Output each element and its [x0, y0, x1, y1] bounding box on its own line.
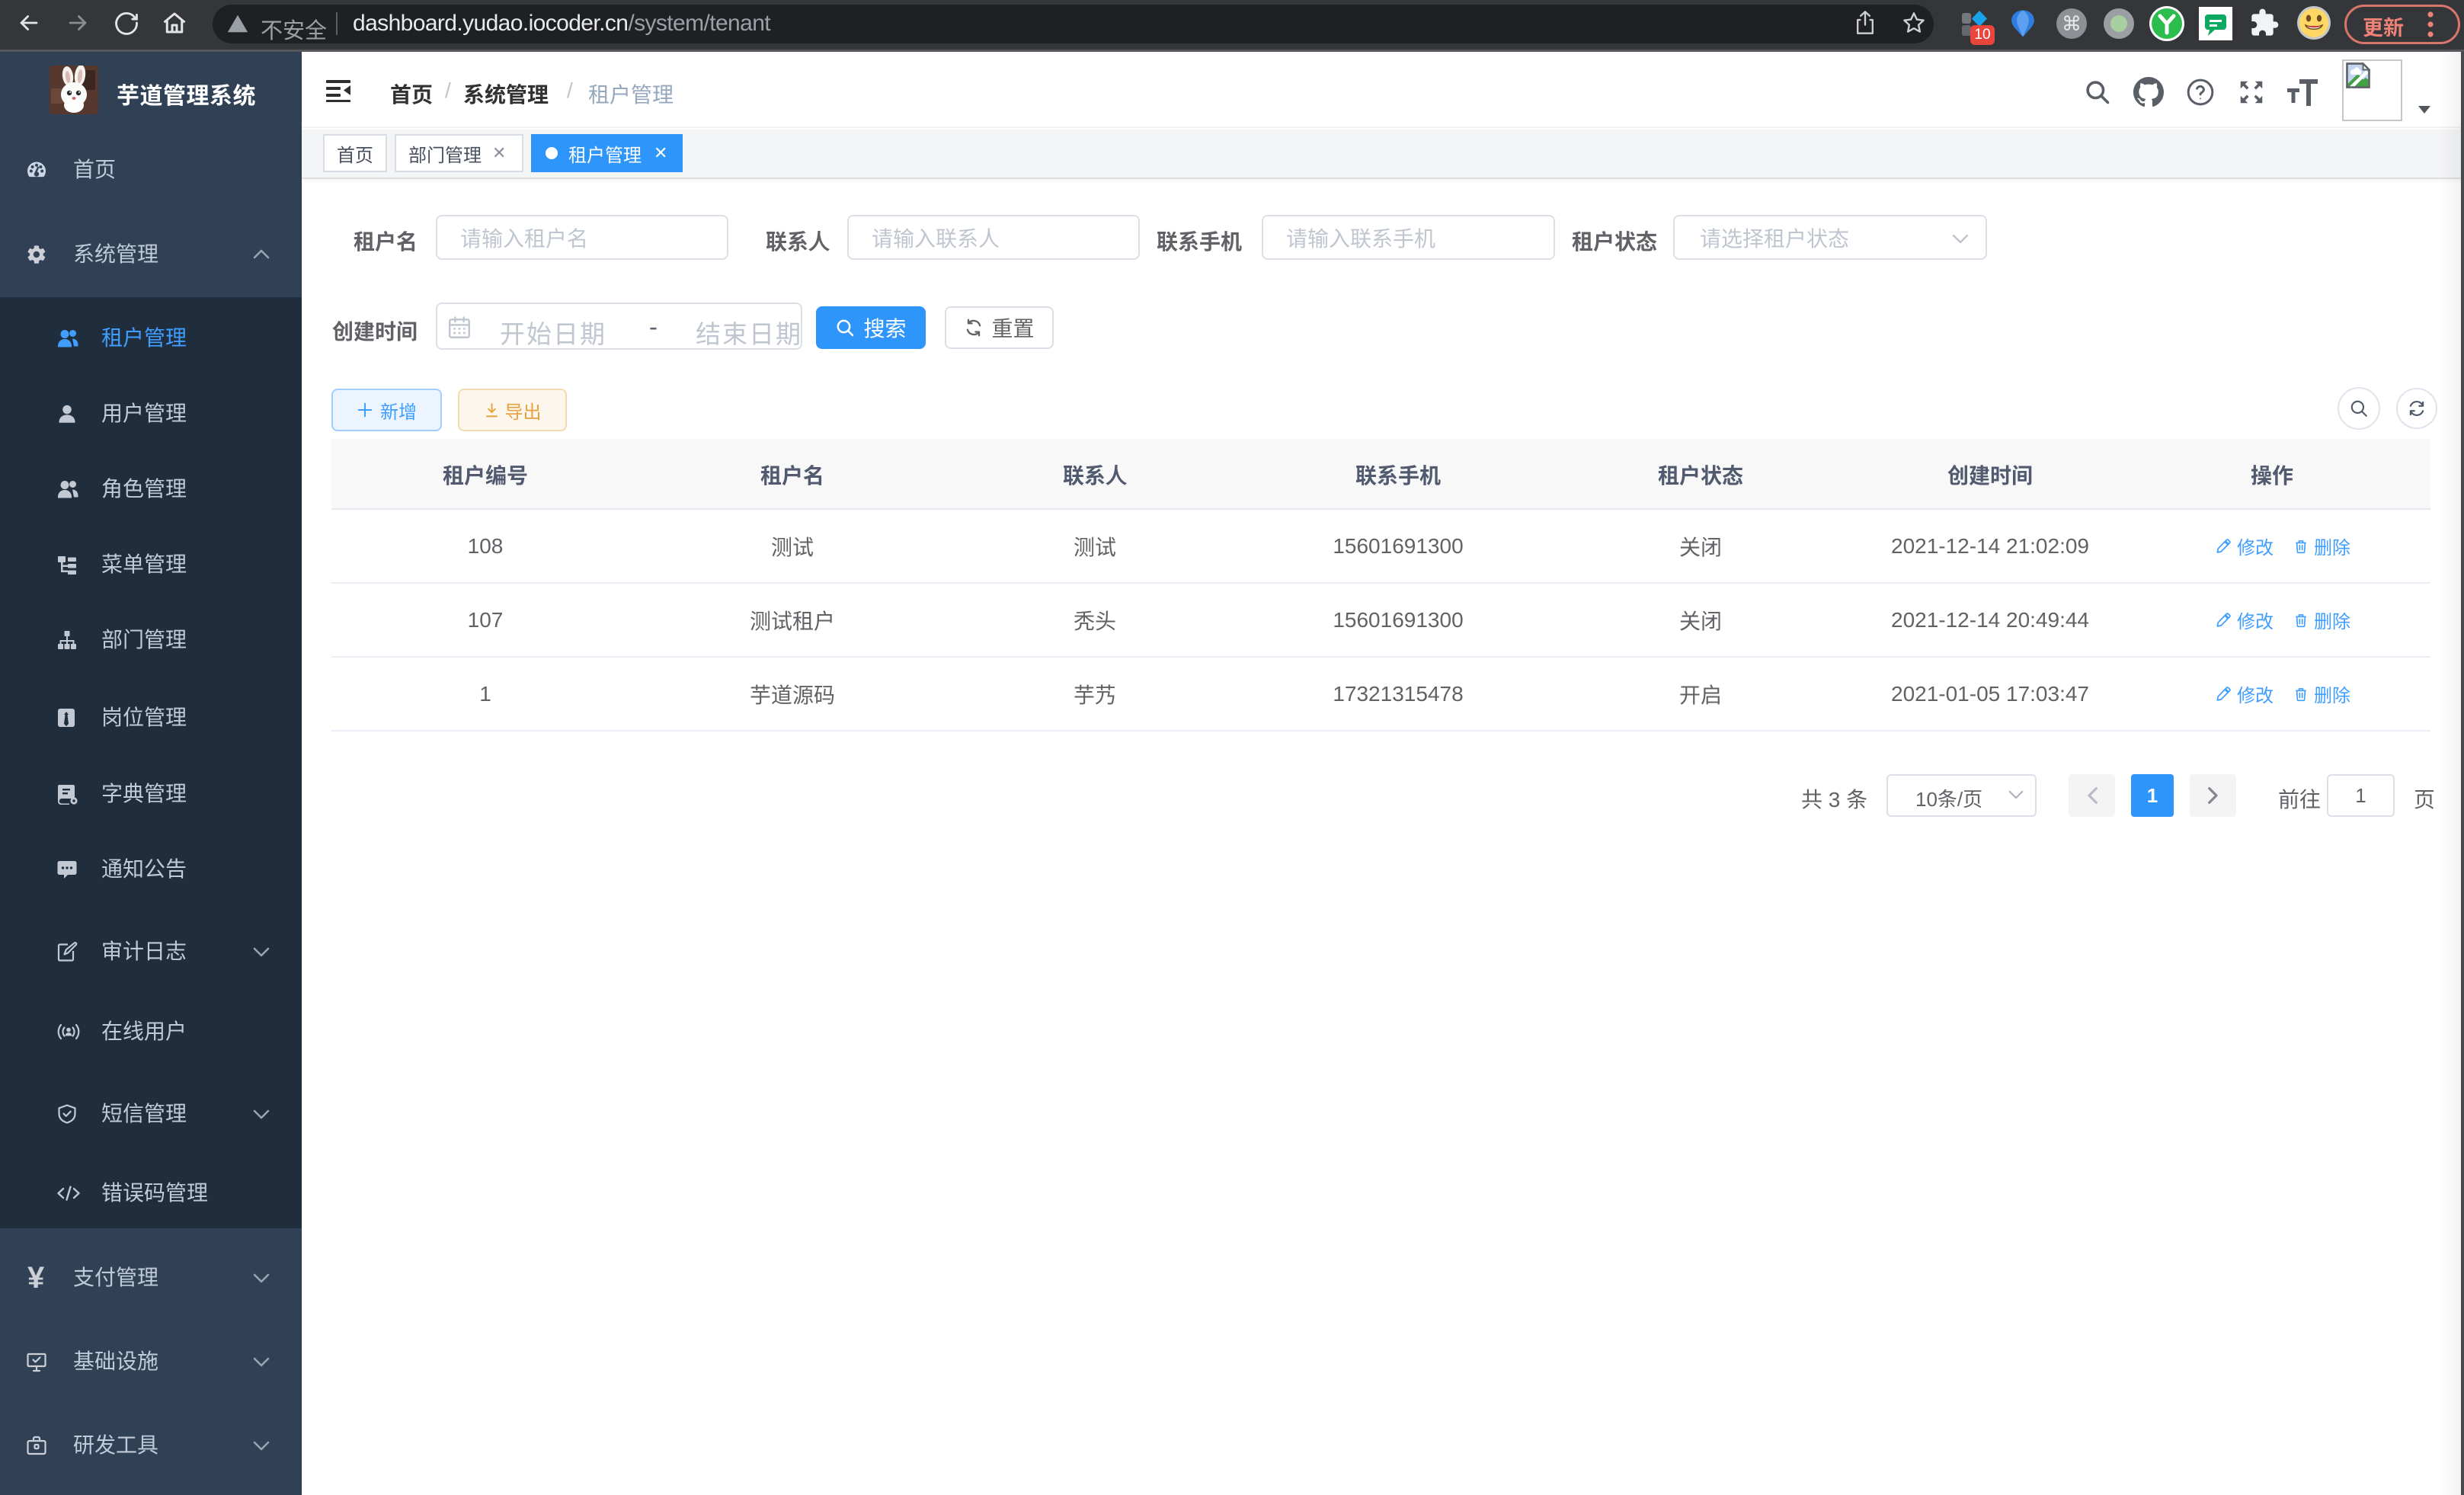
svg-text:⌘: ⌘ [2062, 12, 2082, 35]
